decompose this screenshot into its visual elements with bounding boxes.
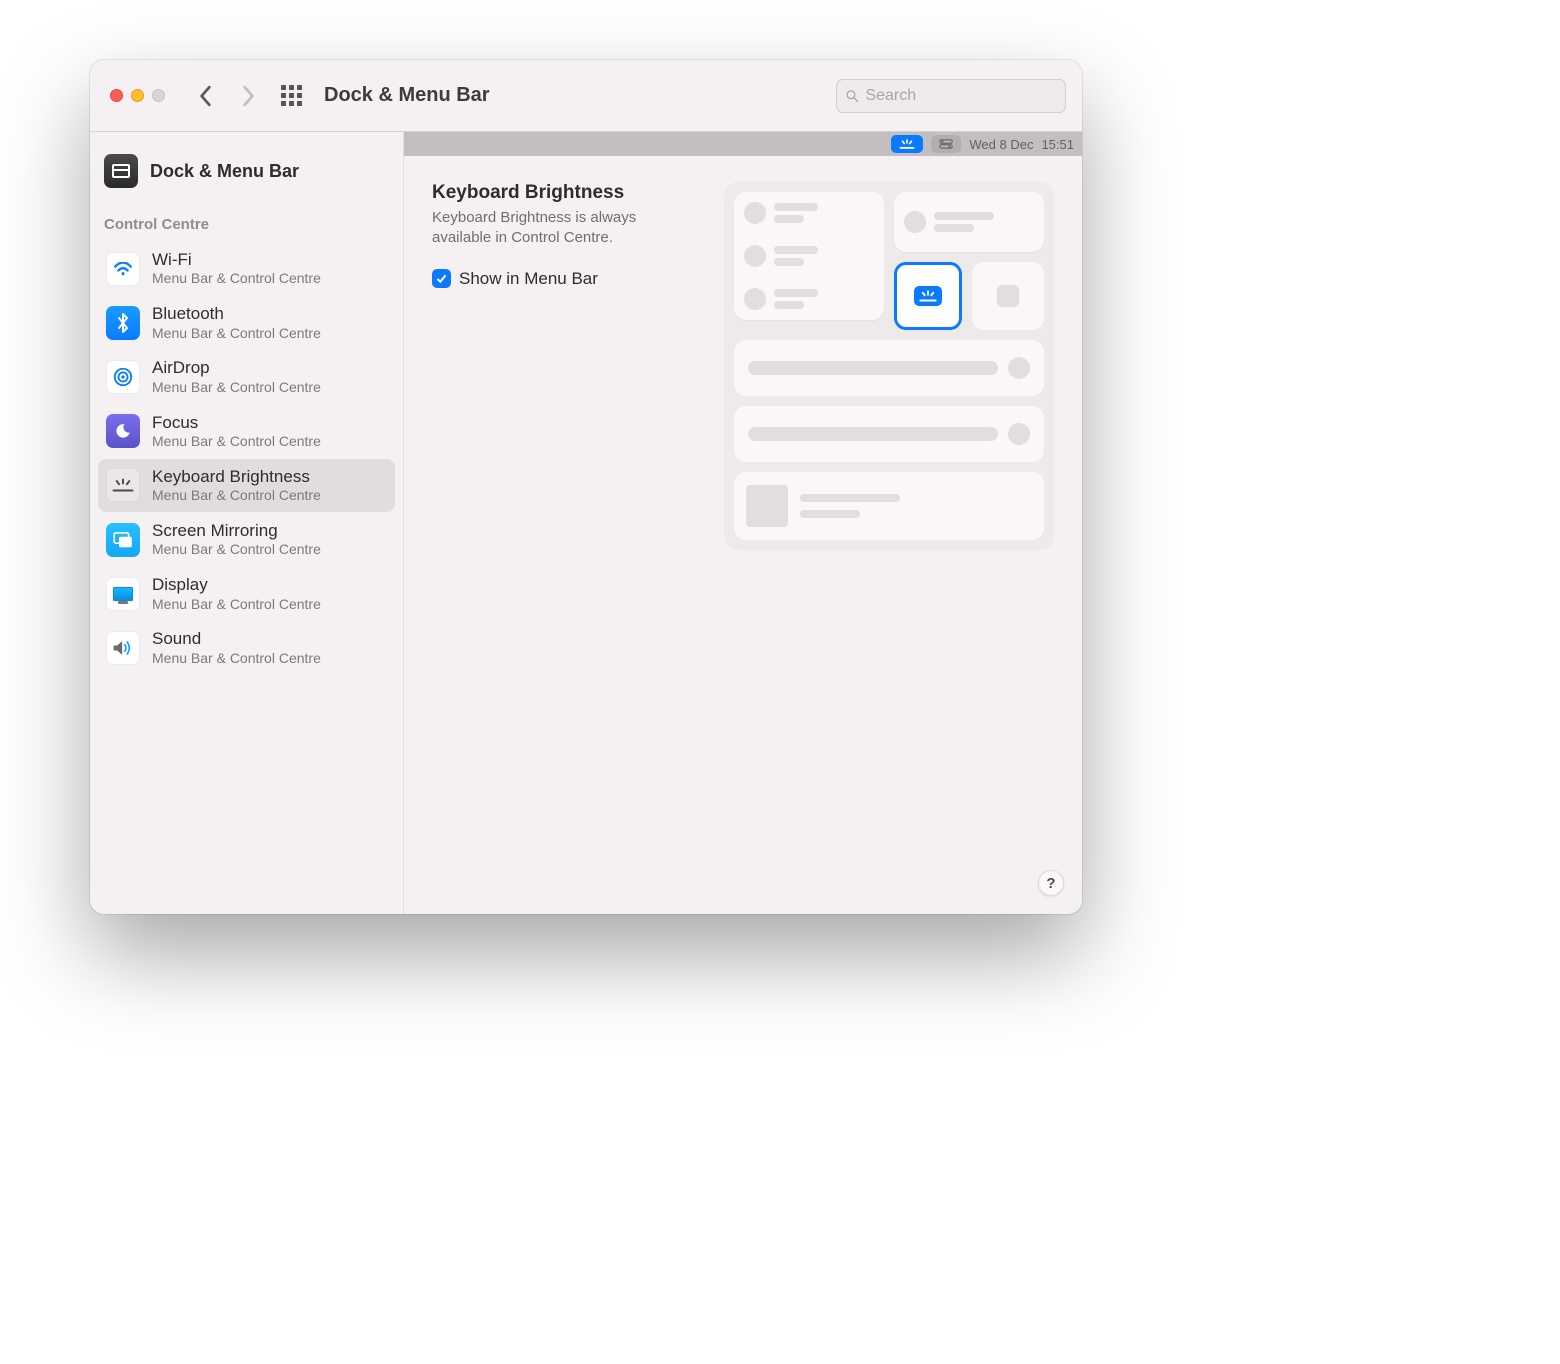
preferences-window: Dock & Menu Bar Dock & Menu Bar Control … xyxy=(90,60,1082,914)
sidebar-item-label: Bluetooth xyxy=(152,304,321,324)
preview-slider-2 xyxy=(734,406,1044,462)
display-icon xyxy=(106,577,140,611)
help-button[interactable]: ? xyxy=(1038,870,1064,896)
preview-slider-1 xyxy=(734,340,1044,396)
sidebar-header-label: Dock & Menu Bar xyxy=(150,161,299,182)
sidebar-item-sound[interactable]: Sound Menu Bar & Control Centre xyxy=(98,621,395,674)
menubar-control-centre-icon xyxy=(931,135,961,153)
minimize-button[interactable] xyxy=(131,89,144,102)
show-in-menu-bar-row[interactable]: Show in Menu Bar xyxy=(432,269,698,289)
preview-side-card-1 xyxy=(894,192,1044,252)
keyboard-brightness-icon xyxy=(106,468,140,502)
menubar-preview: Wed 8 Dec 15:51 xyxy=(404,132,1082,156)
preview-media-card xyxy=(734,472,1044,540)
search-field[interactable] xyxy=(836,79,1066,113)
sidebar-item-label: Screen Mirroring xyxy=(152,521,321,541)
sidebar-header-dock-menu-bar[interactable]: Dock & Menu Bar xyxy=(96,150,397,206)
sidebar-item-sub: Menu Bar & Control Centre xyxy=(152,487,321,504)
close-button[interactable] xyxy=(110,89,123,102)
sidebar-section-label: Control Centre xyxy=(96,206,397,241)
toolbar: Dock & Menu Bar xyxy=(90,60,1082,132)
preview-tile-blank xyxy=(972,262,1044,330)
sidebar-item-label: AirDrop xyxy=(152,358,321,378)
sidebar-item-label: Wi-Fi xyxy=(152,250,321,270)
show-all-button[interactable] xyxy=(281,85,302,106)
bluetooth-icon xyxy=(106,306,140,340)
pane-description: Keyboard Brightness is always available … xyxy=(432,208,692,249)
moon-icon xyxy=(106,414,140,448)
nav-arrows xyxy=(197,85,257,107)
sidebar-item-wifi[interactable]: Wi-Fi Menu Bar & Control Centre xyxy=(98,242,395,295)
back-button[interactable] xyxy=(197,85,215,107)
zoom-button xyxy=(152,89,165,102)
forward-button xyxy=(239,85,257,107)
preview-keyboard-brightness-tile xyxy=(894,262,962,330)
sidebar-item-sub: Menu Bar & Control Centre xyxy=(152,379,321,396)
sidebar: Dock & Menu Bar Control Centre Wi-Fi Men… xyxy=(90,132,403,914)
wifi-icon xyxy=(106,252,140,286)
sidebar-item-airdrop[interactable]: AirDrop Menu Bar & Control Centre xyxy=(98,350,395,403)
sidebar-item-display[interactable]: Display Menu Bar & Control Centre xyxy=(98,567,395,620)
sidebar-item-sub: Menu Bar & Control Centre xyxy=(152,270,321,287)
sidebar-item-screen-mirroring[interactable]: Screen Mirroring Menu Bar & Control Cent… xyxy=(98,513,395,566)
sidebar-item-bluetooth[interactable]: Bluetooth Menu Bar & Control Centre xyxy=(98,296,395,349)
window-controls xyxy=(110,89,165,102)
sidebar-item-label: Keyboard Brightness xyxy=(152,467,321,487)
search-input[interactable] xyxy=(865,87,1057,105)
menubar-keyboard-brightness-icon xyxy=(891,135,923,153)
sidebar-item-label: Sound xyxy=(152,629,321,649)
sidebar-item-sub: Menu Bar & Control Centre xyxy=(152,650,321,667)
sidebar-item-keyboard-brightness[interactable]: Keyboard Brightness Menu Bar & Control C… xyxy=(98,459,395,512)
screen-mirroring-icon xyxy=(106,523,140,557)
sidebar-item-label: Display xyxy=(152,575,321,595)
show-in-menu-bar-checkbox[interactable] xyxy=(432,269,451,288)
sidebar-item-label: Focus xyxy=(152,413,321,433)
dock-menu-bar-icon xyxy=(104,154,138,188)
sidebar-item-sub: Menu Bar & Control Centre xyxy=(152,325,321,342)
sidebar-item-focus[interactable]: Focus Menu Bar & Control Centre xyxy=(98,405,395,458)
airdrop-icon xyxy=(106,360,140,394)
content-pane: Wed 8 Dec 15:51 Keyboard Brightness Keyb… xyxy=(403,132,1082,914)
search-icon xyxy=(845,88,859,104)
sidebar-item-sub: Menu Bar & Control Centre xyxy=(152,596,321,613)
control-centre-preview xyxy=(724,182,1054,550)
menubar-time: 15:51 xyxy=(1041,137,1074,152)
sidebar-item-sub: Menu Bar & Control Centre xyxy=(152,541,321,558)
sound-icon xyxy=(106,631,140,665)
pane-heading: Keyboard Brightness xyxy=(432,182,698,204)
page-title: Dock & Menu Bar xyxy=(324,84,490,107)
show-in-menu-bar-label: Show in Menu Bar xyxy=(459,269,598,289)
preview-toggles-card xyxy=(734,192,884,320)
sidebar-item-sub: Menu Bar & Control Centre xyxy=(152,433,321,450)
menubar-date: Wed 8 Dec xyxy=(969,137,1033,152)
